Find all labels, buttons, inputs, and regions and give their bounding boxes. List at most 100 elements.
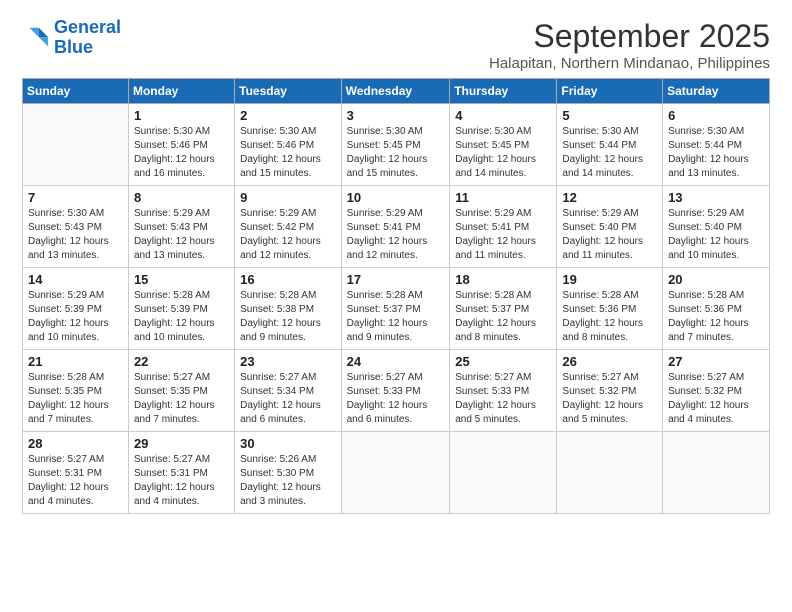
day-info: Sunrise: 5:27 AM Sunset: 5:31 PM Dayligh… xyxy=(134,453,229,509)
day-number: 28 xyxy=(28,436,123,451)
calendar-cell: 20Sunrise: 5:28 AM Sunset: 5:36 PM Dayli… xyxy=(663,268,770,350)
day-info: Sunrise: 5:29 AM Sunset: 5:40 PM Dayligh… xyxy=(668,207,764,263)
calendar-cell: 12Sunrise: 5:29 AM Sunset: 5:40 PM Dayli… xyxy=(557,186,663,268)
col-header-friday: Friday xyxy=(557,79,663,104)
day-number: 5 xyxy=(562,108,657,123)
week-row-1: 7 Sunrise: 5:30 AM Sunset: 5:43 PM Daylig… xyxy=(23,186,770,268)
day-number: 1 xyxy=(134,108,229,123)
calendar-cell xyxy=(663,432,770,514)
calendar-cell xyxy=(23,104,129,186)
calendar-cell: 19 Sunrise: 5:28 AM Sunset: 5:36 PM Dayli… xyxy=(557,268,663,350)
day-info: Sunrise: 5:30 AM Sunset: 5:46 PM Dayligh… xyxy=(240,125,335,181)
day-info: Sunrise: 5:30 AM Sunset: 5:44 PM Dayligh… xyxy=(562,125,657,181)
day-info: Sunrise: 5:30 AM Sunset: 5:46 PM Dayligh… xyxy=(134,125,229,181)
day-info: Sunrise: 5:27 AM Sunset: 5:34 PM Dayligh… xyxy=(240,371,335,427)
col-header-wednesday: Wednesday xyxy=(341,79,450,104)
logo: General Blue xyxy=(22,18,121,58)
day-number: 11 xyxy=(455,190,551,205)
col-header-tuesday: Tuesday xyxy=(235,79,341,104)
calendar-cell: 26Sunrise: 5:27 AM Sunset: 5:32 PM Dayli… xyxy=(557,350,663,432)
day-number: 24 xyxy=(347,354,445,369)
day-info: Sunrise: 5:28 AM Sunset: 5:39 PM Dayligh… xyxy=(134,289,229,345)
day-number: 6 xyxy=(668,108,764,123)
day-info: Sunrise: 5:30 AM Sunset: 5:44 PM Dayligh… xyxy=(668,125,764,181)
day-number: 21 xyxy=(28,354,123,369)
calendar-cell: 7 Sunrise: 5:30 AM Sunset: 5:43 PM Daylig… xyxy=(23,186,129,268)
week-row-4: 28 Sunrise: 5:27 AM Sunset: 5:31 PM Dayli… xyxy=(23,432,770,514)
day-info: Sunrise: 5:28 AM Sunset: 5:36 PM Dayligh… xyxy=(562,289,657,345)
calendar-cell xyxy=(450,432,557,514)
day-number: 12 xyxy=(562,190,657,205)
day-info: Sunrise: 5:29 AM Sunset: 5:41 PM Dayligh… xyxy=(455,207,551,263)
header: General Blue September 2025 Halapitan, N… xyxy=(22,18,770,72)
day-number: 14 xyxy=(28,272,123,287)
day-number: 9 xyxy=(240,190,335,205)
day-number: 7 xyxy=(28,190,123,205)
week-row-2: 14 Sunrise: 5:29 AM Sunset: 5:39 PM Dayli… xyxy=(23,268,770,350)
day-number: 22 xyxy=(134,354,229,369)
day-number: 19 xyxy=(562,272,657,287)
day-number: 30 xyxy=(240,436,335,451)
day-info: Sunrise: 5:30 AM Sunset: 5:45 PM Dayligh… xyxy=(455,125,551,181)
day-info: Sunrise: 5:27 AM Sunset: 5:32 PM Dayligh… xyxy=(668,371,764,427)
calendar-cell: 16Sunrise: 5:28 AM Sunset: 5:38 PM Dayli… xyxy=(235,268,341,350)
day-info: Sunrise: 5:28 AM Sunset: 5:37 PM Dayligh… xyxy=(347,289,445,345)
month-title: September 2025 xyxy=(489,18,770,55)
logo-line2: Blue xyxy=(54,37,93,57)
col-header-thursday: Thursday xyxy=(450,79,557,104)
day-info: Sunrise: 5:28 AM Sunset: 5:38 PM Dayligh… xyxy=(240,289,335,345)
calendar-cell: 1 Sunrise: 5:30 AM Sunset: 5:46 PM Daylig… xyxy=(128,104,234,186)
calendar-cell: 10Sunrise: 5:29 AM Sunset: 5:41 PM Dayli… xyxy=(341,186,450,268)
col-header-saturday: Saturday xyxy=(663,79,770,104)
calendar-cell: 25 Sunrise: 5:27 AM Sunset: 5:33 PM Dayli… xyxy=(450,350,557,432)
day-number: 29 xyxy=(134,436,229,451)
calendar-cell: 30Sunrise: 5:26 AM Sunset: 5:30 PM Dayli… xyxy=(235,432,341,514)
calendar-cell: 8Sunrise: 5:29 AM Sunset: 5:43 PM Daylig… xyxy=(128,186,234,268)
calendar-cell: 18 Sunrise: 5:28 AM Sunset: 5:37 PM Dayli… xyxy=(450,268,557,350)
calendar-cell: 13 Sunrise: 5:29 AM Sunset: 5:40 PM Dayli… xyxy=(663,186,770,268)
calendar-table: SundayMondayTuesdayWednesdayThursdayFrid… xyxy=(22,78,770,514)
day-info: Sunrise: 5:28 AM Sunset: 5:35 PM Dayligh… xyxy=(28,371,123,427)
day-number: 23 xyxy=(240,354,335,369)
calendar-cell: 3 Sunrise: 5:30 AM Sunset: 5:45 PM Daylig… xyxy=(341,104,450,186)
calendar-cell: 24 Sunrise: 5:27 AM Sunset: 5:33 PM Dayli… xyxy=(341,350,450,432)
day-number: 13 xyxy=(668,190,764,205)
calendar-cell: 23 Sunrise: 5:27 AM Sunset: 5:34 PM Dayli… xyxy=(235,350,341,432)
day-info: Sunrise: 5:28 AM Sunset: 5:37 PM Dayligh… xyxy=(455,289,551,345)
day-number: 17 xyxy=(347,272,445,287)
logo-icon xyxy=(22,24,50,52)
logo-text: General Blue xyxy=(54,18,121,58)
day-number: 2 xyxy=(240,108,335,123)
calendar-cell: 21 Sunrise: 5:28 AM Sunset: 5:35 PM Dayli… xyxy=(23,350,129,432)
day-number: 18 xyxy=(455,272,551,287)
calendar-cell: 17 Sunrise: 5:28 AM Sunset: 5:37 PM Dayli… xyxy=(341,268,450,350)
day-number: 25 xyxy=(455,354,551,369)
calendar-cell: 22 Sunrise: 5:27 AM Sunset: 5:35 PM Dayli… xyxy=(128,350,234,432)
day-number: 4 xyxy=(455,108,551,123)
day-info: Sunrise: 5:29 AM Sunset: 5:42 PM Dayligh… xyxy=(240,207,335,263)
col-header-sunday: Sunday xyxy=(23,79,129,104)
day-info: Sunrise: 5:30 AM Sunset: 5:45 PM Dayligh… xyxy=(347,125,445,181)
calendar-cell: 9 Sunrise: 5:29 AM Sunset: 5:42 PM Daylig… xyxy=(235,186,341,268)
calendar-cell: 2 Sunrise: 5:30 AM Sunset: 5:46 PM Daylig… xyxy=(235,104,341,186)
location-subtitle: Halapitan, Northern Mindanao, Philippine… xyxy=(489,55,770,72)
day-number: 3 xyxy=(347,108,445,123)
day-info: Sunrise: 5:27 AM Sunset: 5:35 PM Dayligh… xyxy=(134,371,229,427)
calendar-cell: 14 Sunrise: 5:29 AM Sunset: 5:39 PM Dayli… xyxy=(23,268,129,350)
calendar-cell xyxy=(557,432,663,514)
day-info: Sunrise: 5:30 AM Sunset: 5:43 PM Dayligh… xyxy=(28,207,123,263)
day-info: Sunrise: 5:27 AM Sunset: 5:33 PM Dayligh… xyxy=(455,371,551,427)
day-info: Sunrise: 5:27 AM Sunset: 5:33 PM Dayligh… xyxy=(347,371,445,427)
title-area: September 2025 Halapitan, Northern Minda… xyxy=(489,18,770,72)
calendar-cell: 27Sunrise: 5:27 AM Sunset: 5:32 PM Dayli… xyxy=(663,350,770,432)
calendar-cell: 15 Sunrise: 5:28 AM Sunset: 5:39 PM Dayli… xyxy=(128,268,234,350)
day-number: 20 xyxy=(668,272,764,287)
calendar-cell: 6 Sunrise: 5:30 AM Sunset: 5:44 PM Daylig… xyxy=(663,104,770,186)
day-info: Sunrise: 5:29 AM Sunset: 5:43 PM Dayligh… xyxy=(134,207,229,263)
day-number: 15 xyxy=(134,272,229,287)
calendar-cell: 29 Sunrise: 5:27 AM Sunset: 5:31 PM Dayli… xyxy=(128,432,234,514)
day-info: Sunrise: 5:29 AM Sunset: 5:39 PM Dayligh… xyxy=(28,289,123,345)
header-row: SundayMondayTuesdayWednesdayThursdayFrid… xyxy=(23,79,770,104)
day-info: Sunrise: 5:27 AM Sunset: 5:31 PM Dayligh… xyxy=(28,453,123,509)
day-number: 26 xyxy=(562,354,657,369)
